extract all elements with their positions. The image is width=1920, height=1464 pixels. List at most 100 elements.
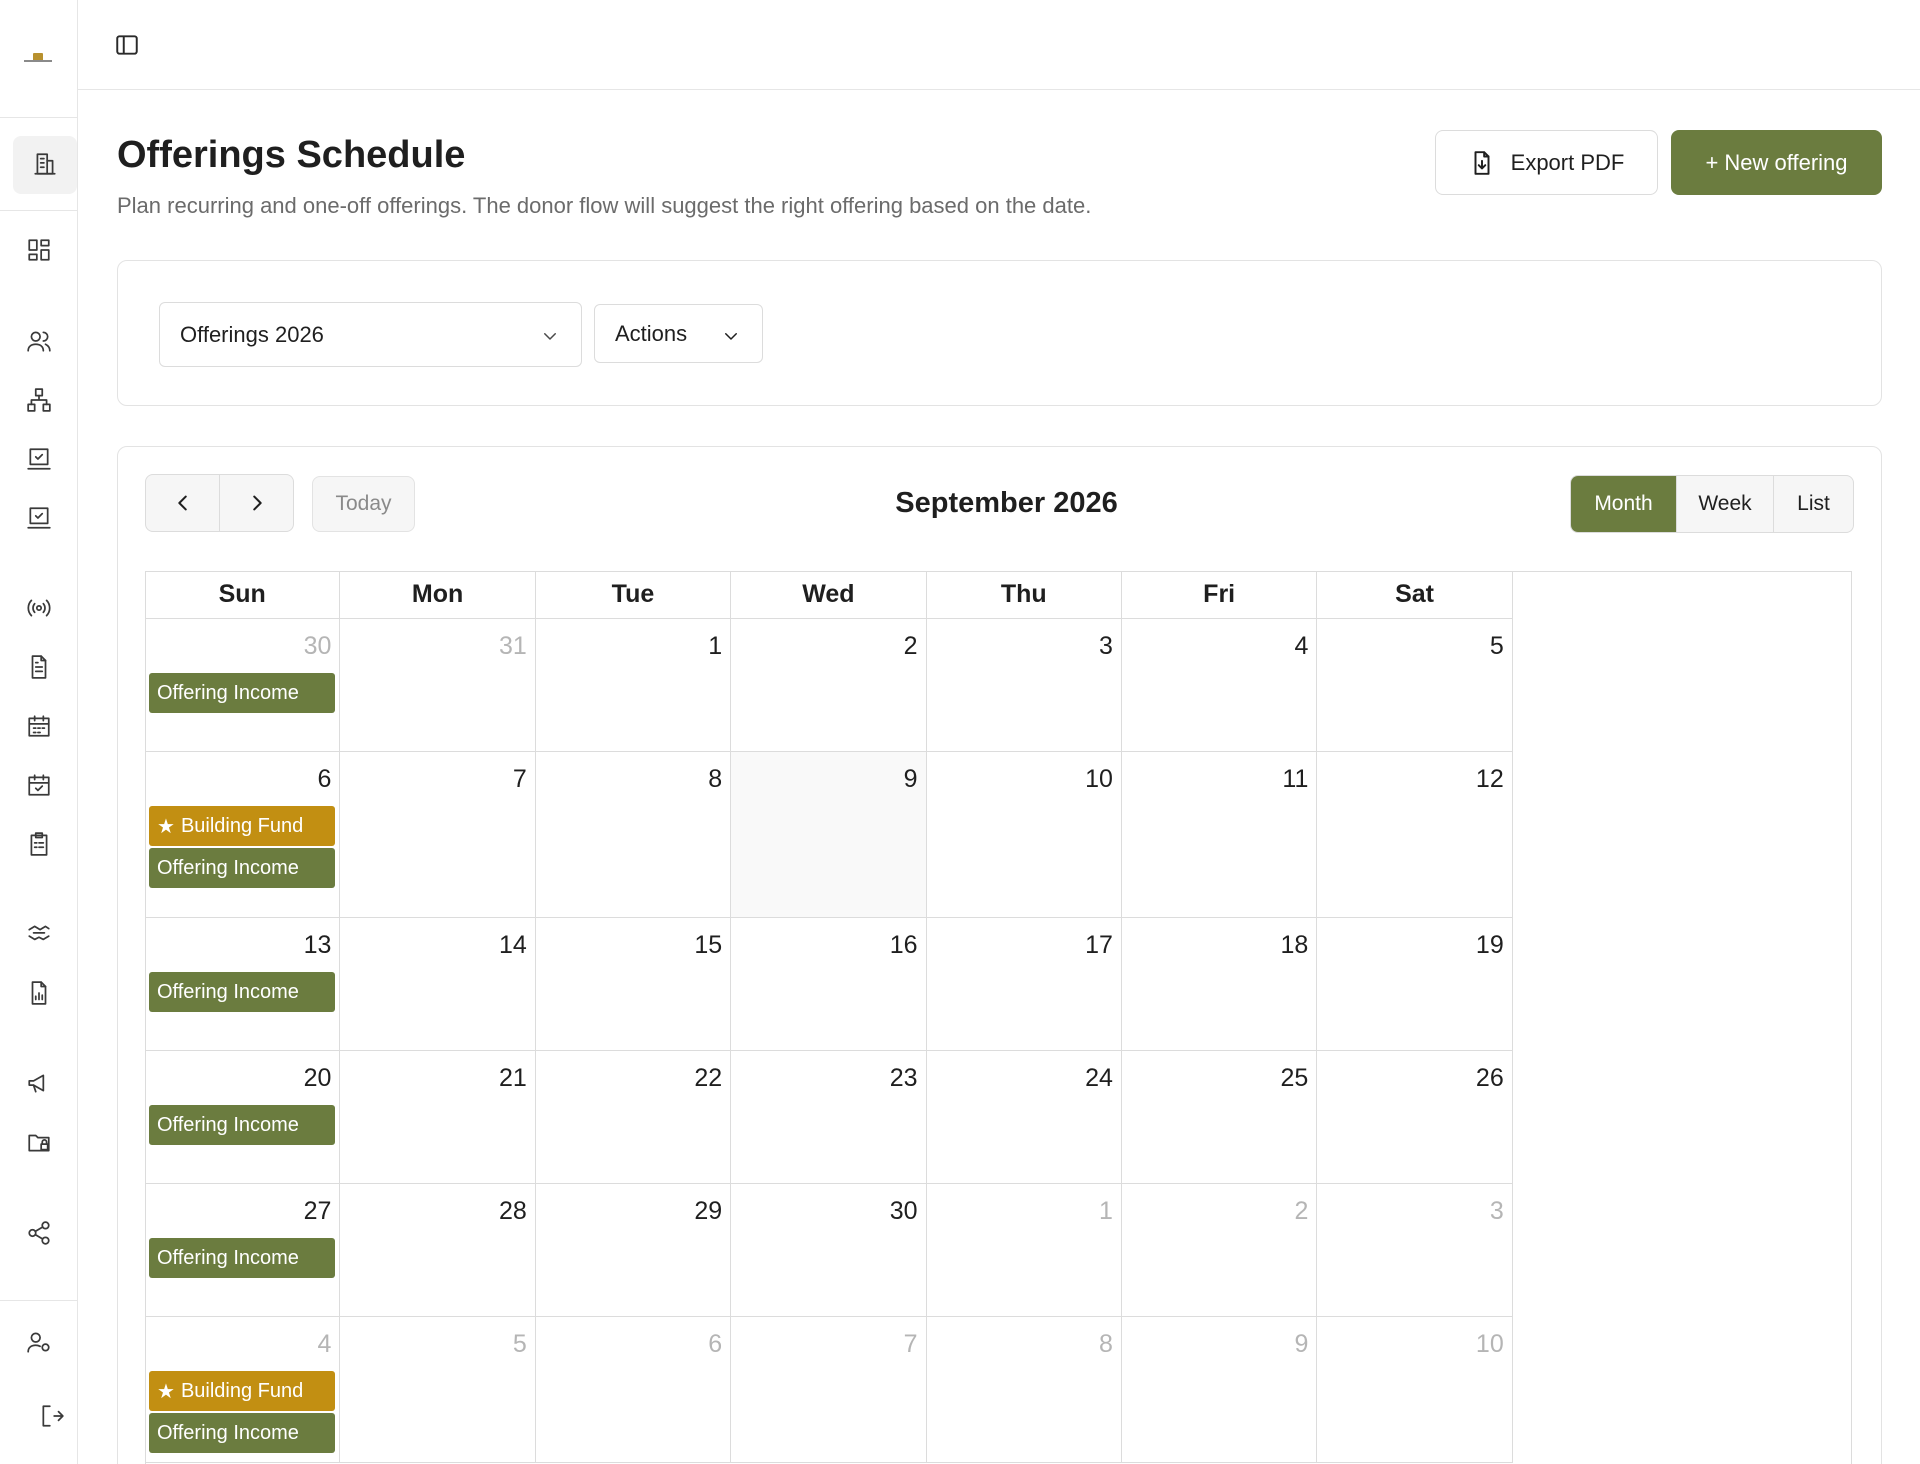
folder-lock-icon[interactable]: [24, 1127, 54, 1157]
calendar-day-cell[interactable]: 23: [731, 1051, 927, 1183]
calendar-day-cell[interactable]: 13 Offering Income: [145, 918, 341, 1050]
calendar-day-cell[interactable]: 11: [1122, 752, 1318, 917]
sidebar-toggle-icon[interactable]: [114, 32, 140, 58]
calendar-day-cell[interactable]: 5: [340, 1317, 536, 1462]
calendar-day-cell[interactable]: 8: [536, 752, 732, 917]
calendar-day-cell[interactable]: 4: [1122, 619, 1318, 751]
day-number: 3: [1489, 1197, 1504, 1225]
view-switcher: Month Week List: [1570, 475, 1854, 533]
calendar-day-cell[interactable]: 9: [731, 752, 927, 917]
sidebar-divider: [0, 1300, 77, 1301]
view-list-button[interactable]: List: [1773, 476, 1853, 532]
calendar-day-cell[interactable]: 10: [1317, 1317, 1513, 1462]
calendar-day-cell[interactable]: 26: [1317, 1051, 1513, 1183]
day-number: 25: [1280, 1064, 1309, 1092]
weekday-header-tue: Tue: [535, 571, 732, 619]
calendar-day-cell[interactable]: 22: [536, 1051, 732, 1183]
document-icon[interactable]: [24, 652, 54, 682]
calendar-day-cell[interactable]: 5: [1317, 619, 1513, 751]
offering-event-label: Offering Income: [157, 1246, 299, 1269]
building-icon[interactable]: [30, 149, 60, 179]
calendar-day-cell[interactable]: 30: [731, 1184, 927, 1316]
calendar-day-cell[interactable]: 3: [927, 619, 1122, 751]
day-events: ★ Building Fund Offering Income: [145, 1371, 339, 1453]
calendar-day-cell[interactable]: 28: [340, 1184, 536, 1316]
calendar-day-cell[interactable]: 6 ★ Building Fund Offering Income: [145, 752, 341, 917]
calendar-day-cell[interactable]: 10: [927, 752, 1122, 917]
calendar-day-cell[interactable]: 19: [1317, 918, 1513, 1050]
report-icon[interactable]: [24, 978, 54, 1008]
calendar-day-cell[interactable]: 4 ★ Building Fund Offering Income: [145, 1317, 341, 1462]
day-number: 10: [1085, 765, 1113, 793]
day-number: 5: [1489, 632, 1504, 660]
share-icon[interactable]: [24, 1218, 54, 1248]
calendar-day-cell[interactable]: 12: [1317, 752, 1513, 917]
day-number: 2: [903, 632, 918, 660]
calendar-day-cell[interactable]: 14: [340, 918, 536, 1050]
calendar-day-cell[interactable]: 16: [731, 918, 927, 1050]
offering-event[interactable]: Offering Income: [149, 673, 336, 713]
day-number: 29: [694, 1197, 723, 1225]
view-week-button[interactable]: Week: [1676, 476, 1773, 532]
day-number: 1: [708, 632, 723, 660]
page-title: Offerings Schedule: [117, 134, 466, 176]
offering-event[interactable]: Offering Income: [149, 1105, 336, 1145]
actions-dropdown[interactable]: Actions: [594, 304, 763, 363]
org-chart-icon[interactable]: [24, 385, 54, 415]
day-number: 23: [889, 1064, 918, 1092]
offering-event[interactable]: ★ Building Fund: [149, 1371, 336, 1411]
users-icon[interactable]: [24, 326, 54, 356]
calendar-day-cell[interactable]: 15: [536, 918, 732, 1050]
broadcast-icon[interactable]: [24, 593, 54, 623]
new-offering-button[interactable]: + New offering: [1671, 130, 1882, 195]
calendar-day-cell[interactable]: 7: [731, 1317, 927, 1462]
calendar-day-cell[interactable]: 17: [927, 918, 1122, 1050]
board-check-icon-2[interactable]: [24, 503, 54, 533]
clipboard-icon[interactable]: [24, 829, 54, 859]
calendar-day-cell[interactable]: 6: [536, 1317, 732, 1462]
calendar-day-cell[interactable]: 18: [1122, 918, 1318, 1050]
calendar-day-cell[interactable]: 31: [340, 619, 536, 751]
export-pdf-label: Export PDF: [1510, 149, 1625, 175]
handshake-icon[interactable]: [24, 919, 54, 949]
offering-event[interactable]: Offering Income: [149, 972, 336, 1012]
view-month-button[interactable]: Month: [1571, 476, 1676, 532]
church-logo[interactable]: [20, 40, 56, 76]
offering-event[interactable]: Offering Income: [149, 1238, 336, 1278]
calendar-day-cell[interactable]: 21: [340, 1051, 536, 1183]
calendar-day-cell[interactable]: 1: [536, 619, 732, 751]
calendar-day-cell[interactable]: 9: [1122, 1317, 1318, 1462]
megaphone-icon[interactable]: [24, 1068, 54, 1098]
calendar-week-row: 30 Offering Income 31 1 2 3 4 5: [145, 619, 1513, 752]
calendar-day-cell[interactable]: 29: [536, 1184, 732, 1316]
logo-wordmark: [24, 60, 52, 62]
dashboard-icon[interactable]: [24, 235, 54, 265]
calendar-day-cell[interactable]: 27 Offering Income: [145, 1184, 341, 1316]
schedule-select[interactable]: Offerings 2026: [159, 302, 582, 367]
calendar-day-cell[interactable]: 2: [1122, 1184, 1318, 1316]
offering-event[interactable]: ★ Building Fund: [149, 806, 336, 846]
calendar-day-cell[interactable]: 25: [1122, 1051, 1318, 1183]
calendar-day-cell[interactable]: 7: [340, 752, 536, 917]
weekday-header-mon: Mon: [340, 571, 536, 619]
export-pdf-button[interactable]: Export PDF: [1435, 130, 1658, 195]
calendar-day-cell[interactable]: 20 Offering Income: [145, 1051, 341, 1183]
logout-icon[interactable]: [37, 1401, 67, 1431]
day-number: 30: [303, 632, 332, 660]
calendar-weeks: 30 Offering Income 31 1 2 3 4 5 6 ★ Building Fund O…: [145, 619, 1513, 1463]
calendar-day-cell[interactable]: 24: [927, 1051, 1122, 1183]
calendar-check-icon[interactable]: [24, 770, 54, 800]
user-settings-icon[interactable]: [24, 1327, 54, 1357]
calendar-icon[interactable]: [24, 711, 54, 741]
calendar-day-cell[interactable]: 2: [731, 619, 927, 751]
board-check-icon[interactable]: [24, 444, 54, 474]
offering-event[interactable]: Offering Income: [149, 1413, 336, 1453]
sidebar-divider: [0, 210, 77, 211]
day-number: 15: [694, 931, 723, 959]
day-number: 27: [303, 1197, 332, 1225]
calendar-day-cell[interactable]: 3: [1317, 1184, 1513, 1316]
calendar-day-cell[interactable]: 30 Offering Income: [145, 619, 341, 751]
calendar-day-cell[interactable]: 1: [927, 1184, 1122, 1316]
offering-event[interactable]: Offering Income: [149, 848, 336, 888]
calendar-day-cell[interactable]: 8: [927, 1317, 1122, 1462]
